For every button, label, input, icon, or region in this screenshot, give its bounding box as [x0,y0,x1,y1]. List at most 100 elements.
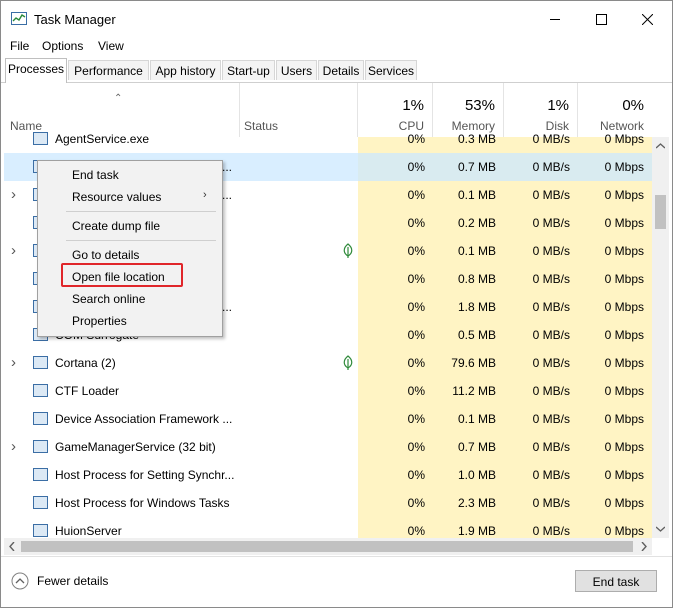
cell-disk: 0 MB/s [532,412,570,426]
tab-performance[interactable]: Performance [68,60,149,80]
cell-disk: 0 MB/s [532,188,570,202]
ctx-search-online[interactable]: Search online [72,292,145,306]
cell-disk: 0 MB/s [532,272,570,286]
cell-network: 0 Mbps [604,132,644,146]
process-row[interactable]: HuionServer 0% 1.9 MB 0 MB/s 0 Mbps [4,517,652,538]
cell-network: 0 Mbps [604,440,644,454]
tab-services[interactable]: Services [365,60,417,80]
title-bar[interactable]: Task Manager [1,1,672,37]
cell-disk: 0 MB/s [532,468,570,482]
cell-cpu: 0% [407,384,425,398]
cell-disk: 0 MB/s [532,160,570,174]
ctx-end-task[interactable]: End task [72,168,119,182]
ctx-resource-values[interactable]: Resource values [72,190,161,204]
footer-bar: Fewer details End task [1,556,672,607]
cell-cpu: 0% [407,132,425,146]
fewer-details-toggle[interactable]: Fewer details [11,570,108,592]
cpu-total: 1% [402,97,424,114]
cell-cpu: 0% [407,244,425,258]
tab-users[interactable]: Users [276,60,317,80]
expand-chevron-icon[interactable]: › [11,349,16,377]
process-row[interactable]: › GameManagerService (32 bit) 0% 0.7 MB 0 MB… [4,433,652,461]
tab-strip: Processes Performance App history Start-… [1,58,672,83]
cell-network: 0 Mbps [604,412,644,426]
window-title: Task Manager [34,12,116,27]
process-row[interactable]: CTF Loader 0% 11.2 MB 0 MB/s 0 Mbps [4,377,652,405]
menu-view[interactable]: View [98,39,124,53]
cell-memory: 1.0 MB [457,468,496,482]
process-row[interactable]: Host Process for Windows Tasks 0% 2.3 MB 0 … [4,489,652,517]
cell-disk: 0 MB/s [532,496,570,510]
task-manager-window: Task Manager File Options View Processes… [0,0,673,608]
horizontal-scrollbar[interactable] [4,538,652,555]
cell-disk: 0 MB/s [532,216,570,230]
menu-file[interactable]: File [10,39,29,53]
tab-app-history[interactable]: App history [150,60,221,80]
cell-network: 0 Mbps [604,356,644,370]
maximize-button[interactable] [578,1,624,37]
process-row[interactable]: Device Association Framework ... 0% 0.1 MB… [4,405,652,433]
suspended-leaf-icon [343,355,353,370]
cell-cpu: 0% [407,468,425,482]
expand-chevron-icon[interactable]: › [11,181,16,209]
scroll-up-icon[interactable] [656,143,665,149]
vertical-scrollbar[interactable] [652,137,669,538]
sort-ascending-icon: ⌃ [114,93,123,104]
scroll-right-icon[interactable] [641,542,647,551]
ctx-separator [66,211,216,212]
tab-processes[interactable]: Processes [5,58,67,83]
cell-memory: 11.2 MB [452,384,496,398]
close-icon [641,13,653,25]
close-button[interactable] [624,1,670,37]
cell-network: 0 Mbps [604,272,644,286]
menu-options[interactable]: Options [42,39,83,53]
process-name-overflow: ... [222,188,233,202]
process-icon [33,356,48,369]
ctx-go-to-details[interactable]: Go to details [72,248,139,262]
tab-details[interactable]: Details [318,60,364,80]
cell-memory: 0.1 MB [457,244,496,258]
cell-memory: 2.3 MB [457,496,496,510]
cell-network: 0 Mbps [604,300,644,314]
cell-memory: 79.6 MB [451,356,496,370]
disk-total: 1% [547,97,569,114]
scroll-left-icon[interactable] [9,542,15,551]
cell-memory: 0.1 MB [457,188,496,202]
cell-network: 0 Mbps [604,244,644,258]
cell-memory: 0.7 MB [457,160,496,174]
cell-network: 0 Mbps [604,496,644,510]
cell-memory: 0.2 MB [457,216,496,230]
cell-cpu: 0% [407,216,425,230]
scroll-down-icon[interactable] [656,526,665,532]
cell-network: 0 Mbps [604,216,644,230]
process-row[interactable]: AgentService.exe 0% 0.3 MB 0 MB/s 0 Mbps [4,125,652,153]
process-icon [33,412,48,425]
ctx-properties[interactable]: Properties [72,314,127,328]
end-task-button[interactable]: End task [575,570,657,592]
cell-cpu: 0% [407,300,425,314]
cell-network: 0 Mbps [604,384,644,398]
cell-memory: 0.5 MB [457,328,496,342]
minimize-button[interactable] [532,1,578,37]
process-icon [33,384,48,397]
expand-chevron-icon[interactable]: › [11,433,16,461]
process-name: Host Process for Setting Synchr... [55,468,235,482]
process-row[interactable]: › Cortana (2) 0% 79.6 MB 0 MB/s 0 Mbps [4,349,652,377]
process-row[interactable]: Host Process for Setting Synchr... 0% 1.0 … [4,461,652,489]
tab-start-up[interactable]: Start-up [222,60,275,80]
process-name: Host Process for Windows Tasks [55,496,230,510]
cell-cpu: 0% [407,160,425,174]
vertical-scroll-thumb[interactable] [655,195,666,229]
cell-memory: 1.8 MB [457,300,496,314]
cell-memory: 0.1 MB [457,412,496,426]
chevron-up-circle-icon [11,572,29,590]
process-name-overflow: ... [222,160,233,174]
cell-disk: 0 MB/s [532,440,570,454]
cell-disk: 0 MB/s [532,524,570,538]
expand-chevron-icon[interactable]: › [11,237,16,265]
process-name: AgentService.exe [55,132,150,146]
ctx-create-dump[interactable]: Create dump file [72,219,160,233]
horizontal-scroll-thumb[interactable] [21,541,633,552]
context-menu: End task Resource values › Create dump f… [37,160,223,337]
minimize-icon [549,18,560,20]
